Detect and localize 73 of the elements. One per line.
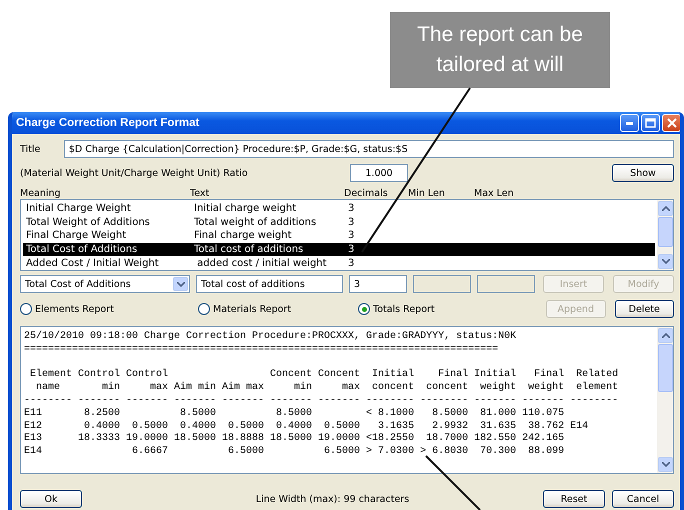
reset-button[interactable]: Reset bbox=[543, 490, 605, 508]
radio-label[interactable]: Materials Report bbox=[213, 304, 292, 314]
scrollbar-thumb[interactable] bbox=[658, 217, 673, 247]
callout-box: The report can be tailored at will bbox=[390, 12, 610, 88]
minimize-icon bbox=[626, 122, 633, 124]
field-label: (Material Weight Unit/Charge Weight Unit) Ratio bbox=[20, 168, 249, 178]
maximize-icon bbox=[645, 118, 656, 128]
list-cell-text: 3 bbox=[348, 244, 356, 256]
close-button[interactable] bbox=[662, 114, 680, 132]
report-line: E14 6.6667 6.5000 6.5000 > 7.0300 > 6.8030 70.300 88.099 bbox=[24, 446, 566, 459]
scroll-up-button[interactable] bbox=[658, 328, 673, 343]
list-row[interactable]: Total Weight of Additions Total weight of additions 3 bbox=[23, 216, 655, 230]
radio-button[interactable] bbox=[20, 303, 32, 315]
list-cell-text: Initial Charge Weight bbox=[26, 203, 132, 214]
text-field[interactable]: Total cost of additions bbox=[196, 275, 343, 293]
scrollbar[interactable] bbox=[657, 327, 673, 473]
list-cell-text: 3 bbox=[348, 230, 356, 242]
list-cell-text: 3 bbox=[348, 216, 356, 228]
list-row[interactable]: Total Cost of Additions Total cost of additions 3 bbox=[23, 242, 655, 256]
scroll-up-button[interactable] bbox=[658, 201, 673, 216]
list-cell-text: Final charge weight bbox=[194, 230, 293, 242]
radio-label[interactable]: Totals Report bbox=[373, 304, 435, 314]
dropdown-arrow-button[interactable] bbox=[173, 277, 188, 291]
report-line: E11 8.2500 8.5000 8.5000 < 8.1000 8.5000 81.000 110.075 bbox=[24, 408, 566, 421]
list-cell-text: Final Charge Weight bbox=[26, 230, 128, 242]
list-cell-text: Total Weight of Additions bbox=[26, 216, 151, 228]
radio-label[interactable]: Elements Report bbox=[35, 304, 114, 314]
report-line: -------- ------- ------- ------- ------- ------- ------- -------- -------- ------- ------- -------- bbox=[24, 394, 620, 408]
list-cell-text: Total Cost of Additions bbox=[26, 244, 138, 256]
close-icon bbox=[666, 118, 676, 128]
show-button[interactable]: Show bbox=[612, 164, 674, 182]
report-line: Element Control Control Concent Concent Initial Final Initial Final Related bbox=[29, 369, 620, 382]
column-header: Min Len bbox=[408, 188, 445, 198]
ok-button[interactable]: Ok bbox=[20, 490, 82, 508]
max-len-field[interactable] bbox=[477, 275, 535, 293]
decimals-field[interactable]: 3 bbox=[349, 275, 407, 293]
list-cell-text: Total cost of additions bbox=[194, 244, 304, 256]
report-line: =============================================================================== bbox=[24, 344, 500, 357]
maximize-button[interactable] bbox=[641, 114, 660, 132]
ratio-field[interactable]: 1.000 bbox=[350, 164, 408, 182]
report-line: name min max Aim min Aim max min max concent concent weight weight element bbox=[35, 382, 620, 395]
cancel-button[interactable]: Cancel bbox=[612, 490, 674, 508]
column-header: Text bbox=[190, 188, 210, 198]
title-field[interactable]: $D Charge {Calculation|Correction} Procedure:$P, Grade:$G, status:$S bbox=[64, 140, 674, 158]
column-header: Meaning bbox=[20, 188, 61, 198]
delete-button[interactable]: Delete bbox=[614, 300, 674, 318]
list-cell-text: Total weight of additions bbox=[194, 216, 318, 228]
list-cell-text: Added Cost / Initial Weight bbox=[26, 258, 160, 269]
min-len-field[interactable] bbox=[413, 275, 471, 293]
scroll-down-button[interactable] bbox=[658, 457, 673, 472]
column-header: Max Len bbox=[474, 188, 514, 198]
radio-button[interactable] bbox=[358, 303, 370, 315]
column-header: Decimals bbox=[344, 188, 388, 198]
list-row[interactable]: Added Cost / Initial Weight added cost / initial weight 3 bbox=[23, 256, 655, 270]
list-cell-text: 3 bbox=[348, 203, 356, 214]
list-row[interactable]: Final Charge Weight Final charge weight 3 bbox=[23, 229, 655, 243]
list-cell-text: 3 bbox=[348, 258, 356, 269]
list-cell-text: Initial charge weight bbox=[194, 203, 298, 214]
meaning-dropdown[interactable]: Total Cost of Additions bbox=[20, 275, 190, 293]
scrollbar[interactable] bbox=[657, 200, 673, 270]
report-line: E13 18.3333 19.0000 18.5000 18.8888 18.5000 19.0000 <18.2550 18.7000 182.550 242.165 bbox=[24, 433, 566, 446]
radio-button[interactable] bbox=[198, 303, 210, 315]
line-width-text: Line Width (max): 99 characters bbox=[256, 494, 410, 504]
minimize-button[interactable] bbox=[620, 114, 639, 132]
list-cell-text: added cost / initial weight bbox=[196, 258, 328, 269]
leader-line bbox=[425, 455, 481, 510]
report-line: E12 0.4000 0.5000 0.4000 0.5000 0.4000 0.5000 3.1635 2.9932 31.635 38.762 E14 bbox=[24, 420, 590, 433]
field-label: Title bbox=[20, 144, 42, 154]
report-line: 25/10/2010 09:18:00 Charge Correction Procedure:PROCXXX, Grade:GRADYYY, status:N0K bbox=[24, 331, 518, 344]
window-title: Charge Correction Report Format bbox=[16, 117, 200, 129]
list-row[interactable]: Initial Charge Weight Initial charge weight 3 bbox=[23, 202, 655, 216]
scrollbar-thumb[interactable] bbox=[658, 344, 673, 392]
scroll-down-button[interactable] bbox=[658, 254, 673, 269]
